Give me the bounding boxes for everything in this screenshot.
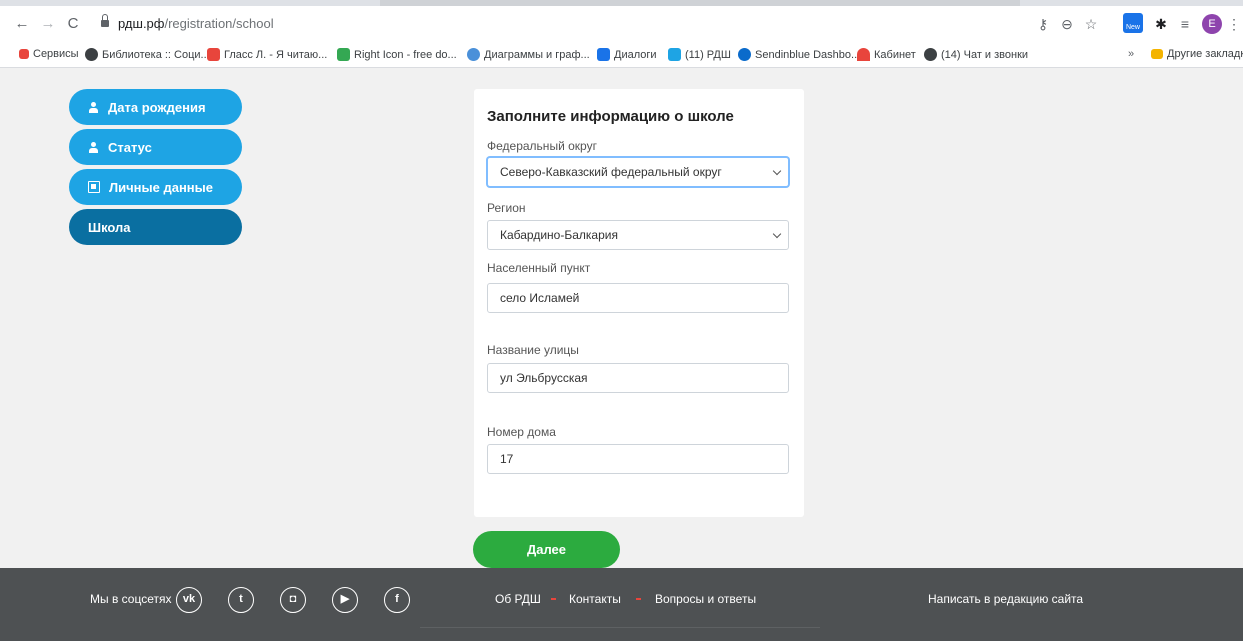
- region-value: Кабардино-Балкария: [500, 228, 618, 242]
- lock-icon: [101, 14, 109, 27]
- pdf-icon: [207, 48, 220, 61]
- sidebar-item-personal-data[interactable]: Личные данные: [69, 169, 242, 205]
- person-icon: [88, 101, 99, 113]
- rdsh-icon: [668, 48, 681, 61]
- bookmark-dialogs[interactable]: Диалоги: [597, 48, 657, 61]
- footer-separator: [551, 598, 556, 600]
- righticon-icon: [337, 48, 350, 61]
- street-input[interactable]: ул Эльбрусская: [487, 363, 789, 393]
- settlement-value: село Исламей: [500, 291, 580, 305]
- bookmark-sendinblue[interactable]: Sendinblue Dashbo...: [738, 48, 860, 61]
- footer-link-faq[interactable]: Вопросы и ответы: [655, 592, 756, 606]
- bookmark-cabinet[interactable]: Кабинет: [857, 48, 916, 61]
- sidebar-item-status[interactable]: Статус: [69, 129, 242, 165]
- id-card-icon: [88, 181, 100, 193]
- bookmarks-overflow[interactable]: »: [1128, 48, 1134, 60]
- url-path: /registration/school: [164, 16, 274, 31]
- chevron-down-icon: [772, 229, 782, 239]
- extensions-puzzle-icon[interactable]: ✱: [1151, 14, 1171, 34]
- sidebar-item-label: Дата рождения: [108, 99, 206, 115]
- facebook-icon[interactable]: f: [384, 587, 410, 613]
- bookmark-diagrams[interactable]: Диаграммы и граф...: [467, 48, 590, 61]
- footer-divider: [420, 627, 820, 628]
- bookmark-library[interactable]: Библиотека :: Соци...: [85, 48, 210, 61]
- profile-avatar[interactable]: E: [1202, 14, 1222, 34]
- extension-new-icon[interactable]: New: [1123, 13, 1143, 33]
- globe-icon: [85, 48, 98, 61]
- person-icon: [88, 141, 99, 153]
- sendinblue-icon: [738, 48, 751, 61]
- url-host: рдш.рф: [118, 16, 165, 31]
- bookmark-services[interactable]: Сервисы: [19, 48, 79, 60]
- house-input[interactable]: 17: [487, 444, 789, 474]
- footer-separator: [636, 598, 641, 600]
- settlement-input[interactable]: село Исламей: [487, 283, 789, 313]
- twitter-icon[interactable]: t: [228, 587, 254, 613]
- chevron-down-icon: [772, 166, 782, 176]
- vk-icon[interactable]: vk: [176, 587, 202, 613]
- footer-link-write-editor[interactable]: Написать в редакцию сайта: [928, 592, 1083, 606]
- arch-icon: [857, 48, 870, 61]
- chat-icon: [597, 48, 610, 61]
- district-label: Федеральный округ: [487, 139, 597, 153]
- district-select[interactable]: Северо-Кавказский федеральный округ: [487, 157, 789, 187]
- arrow-circle-icon: [924, 48, 937, 61]
- sidebar-item-label: Статус: [108, 139, 152, 155]
- browser-toolbar: ← → C рдш.рф/registration/school ⚷ ⊖ ☆ N…: [0, 6, 1243, 42]
- bookmark-chat[interactable]: (14) Чат и звонки: [924, 48, 1028, 61]
- eye-icon: [467, 48, 480, 61]
- social-label: Мы в соцсетях: [90, 592, 172, 606]
- sidebar-item-label: Личные данные: [109, 179, 213, 195]
- sidebar-item-birthdate[interactable]: Дата рождения: [69, 89, 242, 125]
- sidebar-item-label: Школа: [88, 219, 131, 235]
- form-title: Заполните информацию о школе: [487, 108, 734, 125]
- zoom-icon[interactable]: ⊖: [1057, 14, 1077, 34]
- url-text: рдш.рф/registration/school: [118, 16, 274, 31]
- key-icon[interactable]: ⚷: [1033, 14, 1053, 34]
- school-form-card: Заполните информацию о школе Федеральный…: [474, 89, 804, 517]
- street-value: ул Эльбрусская: [500, 371, 588, 385]
- region-select[interactable]: Кабардино-Балкария: [487, 220, 789, 250]
- address-bar[interactable]: рдш.рф/registration/school: [92, 10, 1012, 38]
- folder-icon: [1151, 49, 1163, 59]
- star-icon[interactable]: ☆: [1081, 14, 1101, 34]
- sidebar-item-school[interactable]: Школа: [69, 209, 242, 245]
- settlement-label: Населенный пункт: [487, 261, 591, 275]
- reading-list-icon[interactable]: ≡: [1175, 14, 1195, 34]
- street-label: Название улицы: [487, 343, 579, 357]
- footer-link-about[interactable]: Об РДШ: [495, 592, 541, 606]
- instagram-icon[interactable]: ◘: [280, 587, 306, 613]
- bookmark-other[interactable]: Другие закладки: [1151, 48, 1243, 60]
- back-icon[interactable]: ←: [12, 14, 32, 34]
- apps-grid-icon: [19, 49, 29, 59]
- bookmark-rdsh[interactable]: (11) РДШ: [668, 48, 731, 61]
- reload-icon[interactable]: C: [63, 14, 83, 34]
- bookmark-righticon[interactable]: Right Icon - free do...: [337, 48, 457, 61]
- youtube-icon[interactable]: ▶: [332, 587, 358, 613]
- house-label: Номер дома: [487, 425, 556, 439]
- footer: Мы в соцсетях vk t ◘ ▶ f Об РДШ Контакты…: [0, 568, 1243, 641]
- house-value: 17: [500, 452, 514, 466]
- bookmark-glass[interactable]: Гласс Л. - Я читаю...: [207, 48, 327, 61]
- district-value: Северо-Кавказский федеральный округ: [500, 165, 722, 179]
- menu-kebab-icon[interactable]: ⋮: [1224, 14, 1243, 34]
- footer-link-contacts[interactable]: Контакты: [569, 592, 621, 606]
- forward-icon[interactable]: →: [38, 14, 58, 34]
- region-label: Регион: [487, 201, 526, 215]
- next-button[interactable]: Далее: [473, 531, 620, 568]
- bookmarks-bar: Сервисы Библиотека :: Соци... Гласс Л. -…: [0, 42, 1243, 68]
